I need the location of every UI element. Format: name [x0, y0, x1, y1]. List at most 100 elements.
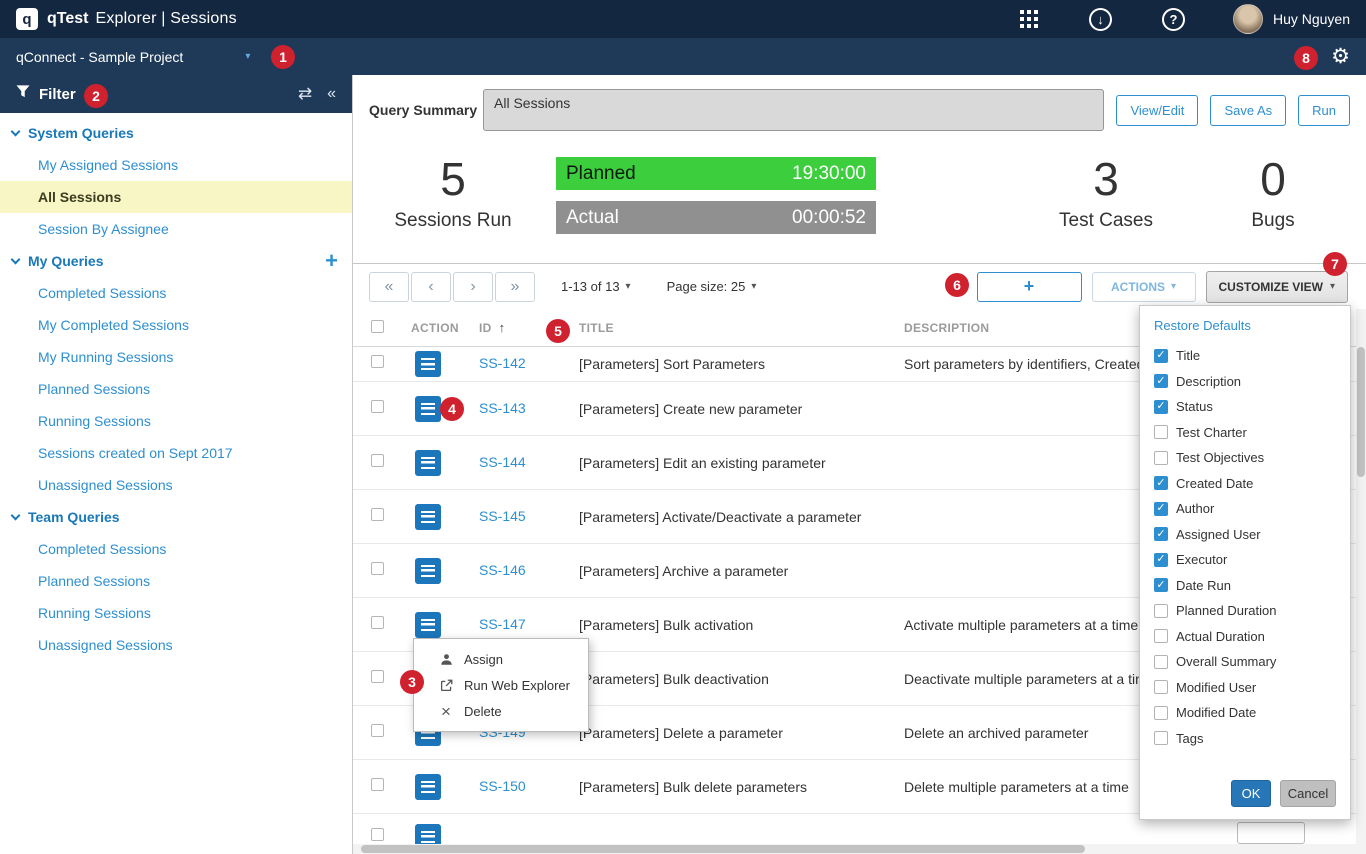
scrollbar-thumb[interactable] [1357, 347, 1365, 477]
customize-option-author[interactable]: ✓ Author [1154, 496, 1336, 522]
row-checkbox[interactable] [371, 670, 384, 683]
customize-option-assigned-user[interactable]: ✓ Assigned User [1154, 522, 1336, 548]
qtest-logo[interactable]: q [16, 8, 38, 30]
row-checkbox[interactable] [371, 778, 384, 791]
customize-view-button[interactable]: CUSTOMIZE VIEW ▾ [1206, 271, 1348, 303]
session-action-icon[interactable] [415, 612, 441, 638]
customize-option-created-date[interactable]: ✓ Created Date [1154, 471, 1336, 497]
header-title[interactable]: TITLE [579, 321, 904, 335]
swap-panel-icon[interactable]: ⇄ [298, 84, 312, 104]
vertical-scrollbar[interactable] [1356, 309, 1366, 844]
user-avatar[interactable] [1233, 4, 1263, 34]
help-icon[interactable]: ? [1162, 8, 1185, 31]
checkbox-icon[interactable]: ✓ [1154, 400, 1168, 414]
checkbox-icon[interactable]: ✓ [1154, 502, 1168, 516]
query-summary-box[interactable]: All Sessions [483, 89, 1104, 131]
customize-option-tags[interactable]: ✓ Tags [1154, 726, 1336, 752]
session-action-icon[interactable] [415, 351, 441, 377]
last-page-button[interactable]: » [495, 272, 535, 302]
checkbox-icon[interactable]: ✓ [1154, 349, 1168, 363]
sidebar-item-running-sessions[interactable]: Running Sessions [0, 405, 352, 437]
sidebar-item-unassigned-sessions[interactable]: Unassigned Sessions [0, 469, 352, 501]
customize-option-status[interactable]: ✓ Status [1154, 394, 1336, 420]
checkbox-icon[interactable]: ✓ [1154, 731, 1168, 745]
session-id-link[interactable]: SS-143 [479, 400, 526, 416]
session-id-link[interactable]: SS-142 [479, 355, 526, 371]
project-selector[interactable]: qConnect - Sample Project ▾ [16, 49, 250, 65]
checkbox-icon[interactable]: ✓ [1154, 476, 1168, 490]
filter-label[interactable]: Filter [39, 86, 76, 103]
add-query-icon[interactable]: + [325, 250, 338, 272]
row-checkbox[interactable] [371, 616, 384, 629]
row-checkbox[interactable] [371, 828, 384, 841]
checkbox-icon[interactable]: ✓ [1154, 604, 1168, 618]
checkbox-icon[interactable]: ✓ [1154, 706, 1168, 720]
customize-option-modified-user[interactable]: ✓ Modified User [1154, 675, 1336, 701]
restore-defaults-link[interactable]: Restore Defaults [1154, 318, 1336, 333]
sidebar-item-team-unassigned-sessions[interactable]: Unassigned Sessions [0, 629, 352, 661]
first-page-button[interactable]: « [369, 272, 409, 302]
ok-button[interactable]: OK [1231, 780, 1271, 807]
customize-option-overall-summary[interactable]: ✓ Overall Summary [1154, 649, 1336, 675]
row-checkbox[interactable] [371, 508, 384, 521]
checkbox-icon[interactable]: ✓ [1154, 680, 1168, 694]
customize-option-planned-duration[interactable]: ✓ Planned Duration [1154, 598, 1336, 624]
session-action-icon[interactable] [415, 774, 441, 800]
sidebar-item-my-completed-sessions[interactable]: My Completed Sessions [0, 309, 352, 341]
view-edit-button[interactable]: View/Edit [1116, 95, 1198, 126]
settings-gear-icon[interactable]: ⚙ [1331, 46, 1350, 67]
checkbox-icon[interactable]: ✓ [1154, 425, 1168, 439]
row-checkbox[interactable] [371, 355, 384, 368]
apps-grid-icon[interactable] [1019, 9, 1039, 29]
download-icon[interactable]: ↓ [1089, 8, 1112, 31]
session-id-link[interactable]: SS-145 [479, 508, 526, 524]
session-action-icon[interactable] [415, 450, 441, 476]
select-all-checkbox[interactable] [371, 320, 384, 333]
collapse-sidebar-icon[interactable]: « [327, 85, 336, 103]
row-checkbox[interactable] [371, 562, 384, 575]
session-id-link[interactable]: SS-146 [479, 562, 526, 578]
customize-option-test-objectives[interactable]: ✓ Test Objectives [1154, 445, 1336, 471]
sidebar-item-session-by-assignee[interactable]: Session By Assignee [0, 213, 352, 245]
customize-option-executor[interactable]: ✓ Executor [1154, 547, 1336, 573]
menu-item-delete[interactable]: × Delete [414, 698, 588, 724]
session-action-icon[interactable] [415, 558, 441, 584]
sidebar-item-team-planned-sessions[interactable]: Planned Sessions [0, 565, 352, 597]
checkbox-icon[interactable]: ✓ [1154, 527, 1168, 541]
sidebar-item-planned-sessions[interactable]: Planned Sessions [0, 373, 352, 405]
session-id-link[interactable]: SS-147 [479, 616, 526, 632]
customize-option-date-run[interactable]: ✓ Date Run [1154, 573, 1336, 599]
sidebar-item-team-completed-sessions[interactable]: Completed Sessions [0, 533, 352, 565]
sidebar-item-team-running-sessions[interactable]: Running Sessions [0, 597, 352, 629]
customize-option-test-charter[interactable]: ✓ Test Charter [1154, 420, 1336, 446]
prev-page-button[interactable]: ‹ [411, 272, 451, 302]
session-id-link[interactable]: SS-144 [479, 454, 526, 470]
section-system-queries[interactable]: System Queries [0, 117, 352, 149]
checkbox-icon[interactable]: ✓ [1154, 374, 1168, 388]
row-range-dropdown[interactable]: 1-13 of 13 ▾ [561, 279, 631, 294]
user-name[interactable]: Huy Nguyen [1273, 11, 1350, 27]
actions-button[interactable]: ACTIONS ▾ [1092, 272, 1196, 302]
customize-option-actual-duration[interactable]: ✓ Actual Duration [1154, 624, 1336, 650]
cancel-button[interactable]: Cancel [1280, 780, 1336, 807]
next-page-button[interactable]: › [453, 272, 493, 302]
partial-hidden-button[interactable] [1237, 822, 1305, 844]
section-my-queries[interactable]: My Queries + [0, 245, 352, 277]
page-size-dropdown[interactable]: Page size: 25 ▾ [667, 279, 757, 294]
row-checkbox[interactable] [371, 724, 384, 737]
save-as-button[interactable]: Save As [1210, 95, 1286, 126]
session-action-icon[interactable] [415, 504, 441, 530]
customize-option-description[interactable]: ✓ Description [1154, 369, 1336, 395]
horizontal-scrollbar[interactable] [353, 844, 1366, 854]
sidebar-item-all-sessions[interactable]: All Sessions [0, 181, 352, 213]
checkbox-icon[interactable]: ✓ [1154, 451, 1168, 465]
run-button[interactable]: Run [1298, 95, 1350, 126]
sidebar-item-my-assigned-sessions[interactable]: My Assigned Sessions [0, 149, 352, 181]
menu-item-run-web-explorer[interactable]: Run Web Explorer [414, 672, 588, 698]
row-checkbox[interactable] [371, 400, 384, 413]
checkbox-icon[interactable]: ✓ [1154, 655, 1168, 669]
section-team-queries[interactable]: Team Queries [0, 501, 352, 533]
checkbox-icon[interactable]: ✓ [1154, 629, 1168, 643]
sidebar-item-sessions-created-sept-2017[interactable]: Sessions created on Sept 2017 [0, 437, 352, 469]
checkbox-icon[interactable]: ✓ [1154, 578, 1168, 592]
